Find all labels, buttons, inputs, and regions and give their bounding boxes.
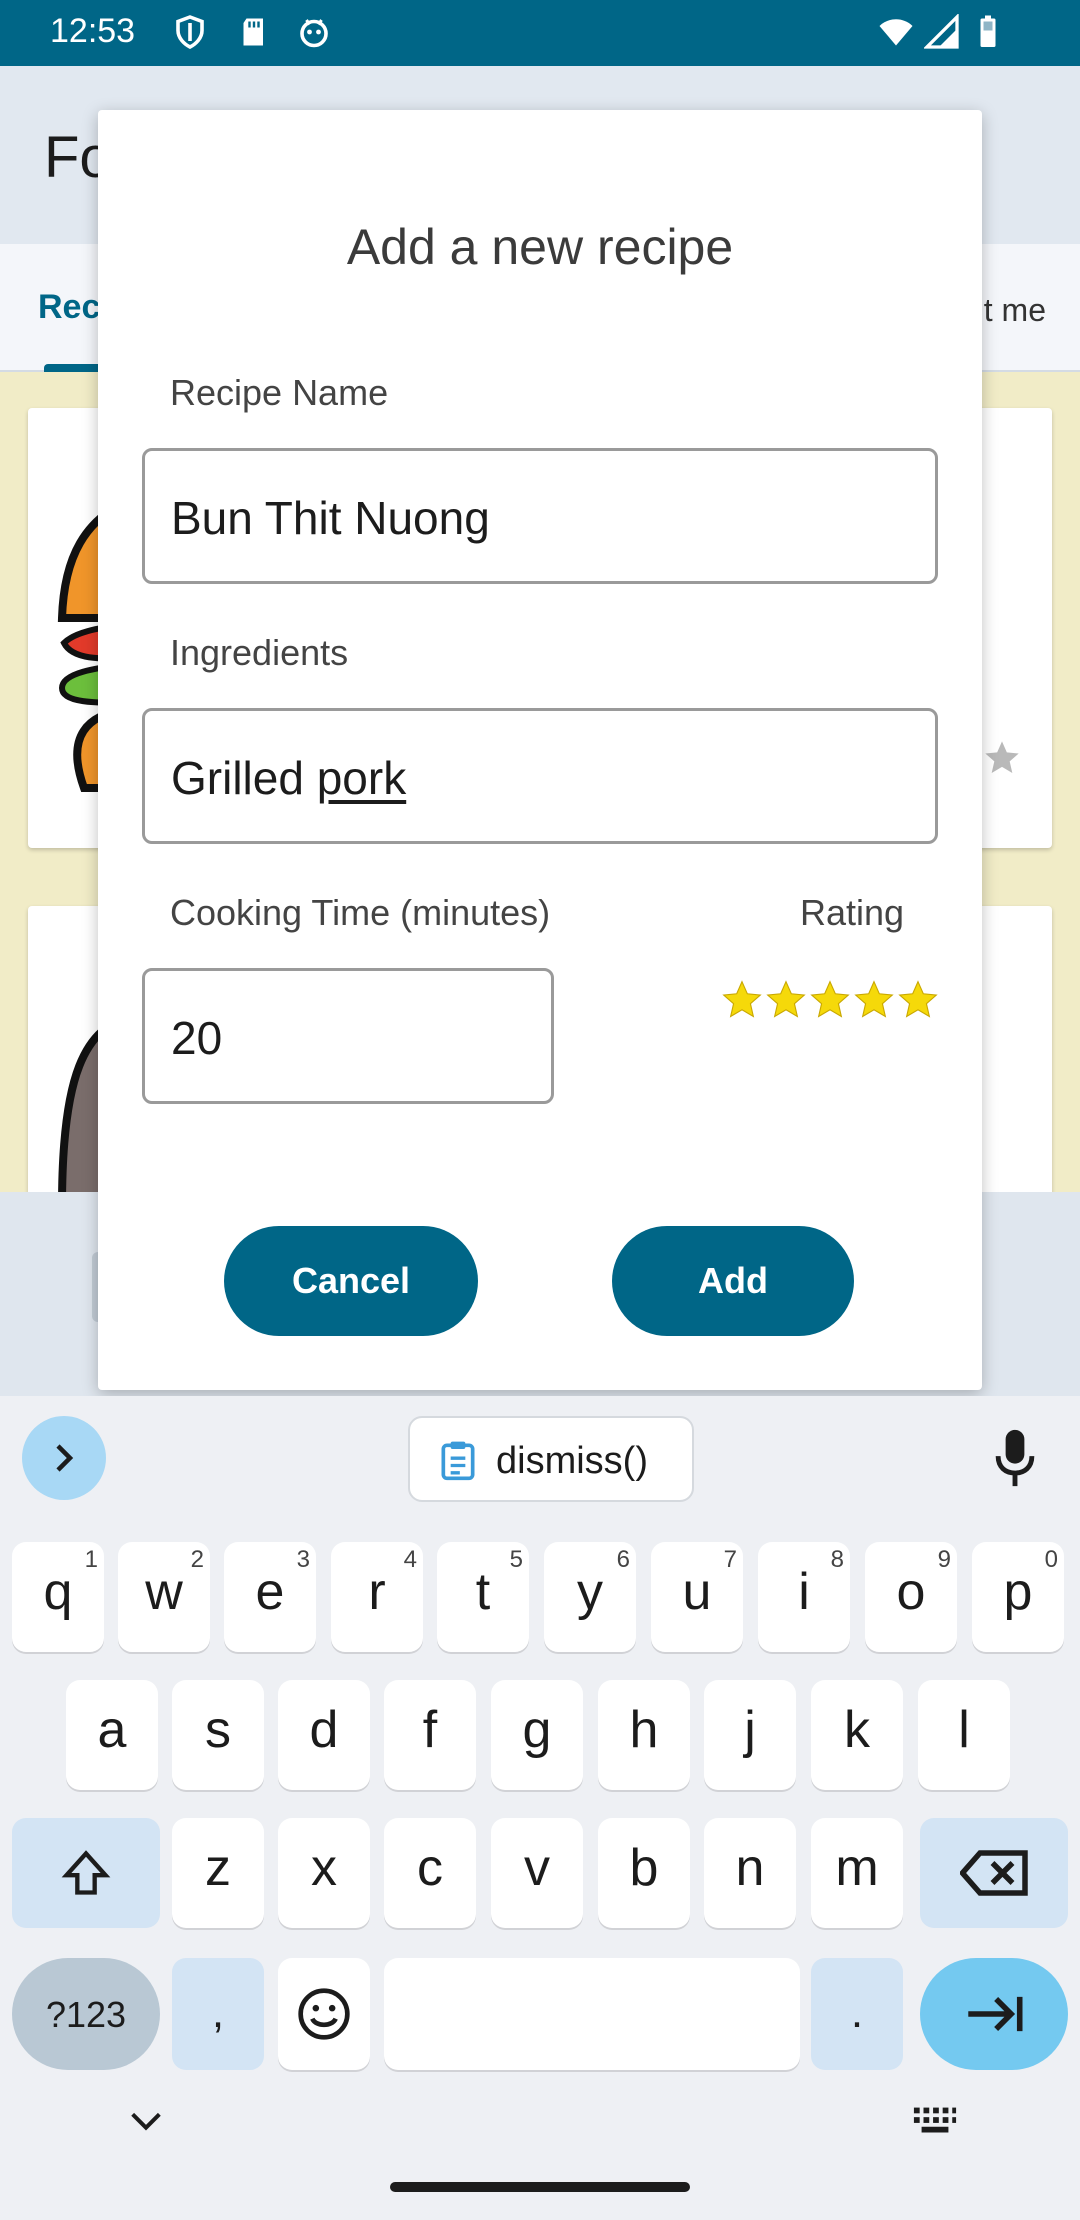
- gesture-nav-handle[interactable]: [390, 2182, 690, 2192]
- key-m[interactable]: m: [811, 1818, 903, 1928]
- key-t[interactable]: t5: [437, 1542, 529, 1652]
- clipboard-suggestion[interactable]: dismiss(): [408, 1416, 694, 1502]
- key-d[interactable]: d: [278, 1680, 370, 1790]
- cooking-time-input[interactable]: 20: [142, 968, 554, 1104]
- key-v[interactable]: v: [491, 1818, 583, 1928]
- key-h[interactable]: h: [598, 1680, 690, 1790]
- add-recipe-dialog: Add a new recipe Recipe Name Bun Thit Nu…: [98, 110, 982, 1390]
- shift-key[interactable]: [12, 1818, 160, 1928]
- space-key[interactable]: [384, 1958, 800, 2070]
- ingredients-label: Ingredients: [170, 632, 349, 673]
- key-z[interactable]: z: [172, 1818, 264, 1928]
- recipe-name-input[interactable]: Bun Thit Nuong: [142, 448, 938, 584]
- dialog-title: Add a new recipe: [346, 219, 734, 275]
- key-c[interactable]: c: [384, 1818, 476, 1928]
- recipe-name-value: Bun Thit Nuong: [171, 492, 490, 544]
- key-w[interactable]: w2: [118, 1542, 210, 1652]
- star-icon[interactable]: [764, 978, 808, 1022]
- ingredients-input[interactable]: Grilled pork: [142, 708, 938, 844]
- sd-card-icon: [243, 18, 263, 46]
- status-bar: 12:53: [0, 0, 1080, 66]
- expand-toolbar-button[interactable]: [22, 1416, 106, 1500]
- comma-key[interactable]: ,: [172, 1958, 264, 2070]
- recipe-name-label: Recipe Name: [170, 372, 389, 413]
- composing-text: pork: [316, 752, 407, 804]
- period-key[interactable]: .: [811, 1958, 903, 2070]
- signal-icon: [924, 14, 959, 49]
- cancel-button[interactable]: Cancel: [224, 1226, 478, 1336]
- star-icon[interactable]: [808, 978, 852, 1022]
- key-s[interactable]: s: [172, 1680, 264, 1790]
- rating-stars[interactable]: [720, 978, 940, 1022]
- key-p[interactable]: p0: [972, 1542, 1064, 1652]
- microphone-icon[interactable]: [992, 1428, 1038, 1488]
- next-field-key[interactable]: [920, 1958, 1068, 2070]
- star-icon[interactable]: [896, 978, 940, 1022]
- status-time: 12:53: [50, 12, 136, 50]
- symbols-key[interactable]: ?123: [12, 1958, 160, 2070]
- shift-icon: [61, 1850, 111, 1895]
- clipboard-icon: [441, 1441, 475, 1481]
- key-f[interactable]: f: [384, 1680, 476, 1790]
- key-l[interactable]: l: [918, 1680, 1010, 1790]
- emoji-key[interactable]: [278, 1958, 370, 2070]
- backspace-icon: [960, 1850, 1028, 1896]
- cooking-time-value: 20: [171, 1012, 223, 1064]
- tab-indicator: [44, 364, 104, 372]
- tab-arrow-icon: [968, 1996, 1023, 2032]
- key-k[interactable]: k: [811, 1680, 903, 1790]
- key-e[interactable]: e3: [224, 1542, 316, 1652]
- keyboard-switch-icon[interactable]: [912, 2104, 958, 2138]
- key-n[interactable]: n: [704, 1818, 796, 1928]
- clipboard-text: dismiss(): [496, 1440, 648, 1482]
- key-j[interactable]: j: [704, 1680, 796, 1790]
- key-o[interactable]: o9: [865, 1542, 957, 1652]
- star-icon[interactable]: [852, 978, 896, 1022]
- key-g[interactable]: g: [491, 1680, 583, 1790]
- key-y[interactable]: y6: [544, 1542, 636, 1652]
- key-b[interactable]: b: [598, 1818, 690, 1928]
- key-i[interactable]: i8: [758, 1542, 850, 1652]
- backspace-key[interactable]: [920, 1818, 1068, 1928]
- battery-icon: [980, 15, 996, 47]
- star-icon[interactable]: [720, 978, 764, 1022]
- key-u[interactable]: u7: [651, 1542, 743, 1652]
- add-button[interactable]: Add: [612, 1226, 854, 1336]
- key-q[interactable]: q1: [12, 1542, 104, 1652]
- key-a[interactable]: a: [66, 1680, 158, 1790]
- wifi-icon: [879, 19, 913, 46]
- debug-icon: [300, 19, 328, 48]
- key-r[interactable]: r4: [331, 1542, 423, 1652]
- cooking-time-label: Cooking Time (minutes): [170, 892, 551, 933]
- rating-label: Rating: [800, 892, 905, 933]
- emoji-icon: [298, 1988, 350, 2040]
- collapse-keyboard-icon[interactable]: [126, 2106, 166, 2136]
- tab-about[interactable]: t me: [984, 292, 1046, 329]
- star-icon[interactable]: [982, 738, 1022, 778]
- tab-recipes[interactable]: Rec: [38, 288, 100, 327]
- chevron-right-icon: [56, 1444, 74, 1472]
- key-x[interactable]: x: [278, 1818, 370, 1928]
- shield-icon: [176, 15, 204, 50]
- ingredients-value: Grilled pork: [171, 752, 407, 804]
- soft-keyboard: dismiss() q1 w2 e3 r4 t5 y6 u7 i8 o9 p0 …: [0, 1396, 1080, 2220]
